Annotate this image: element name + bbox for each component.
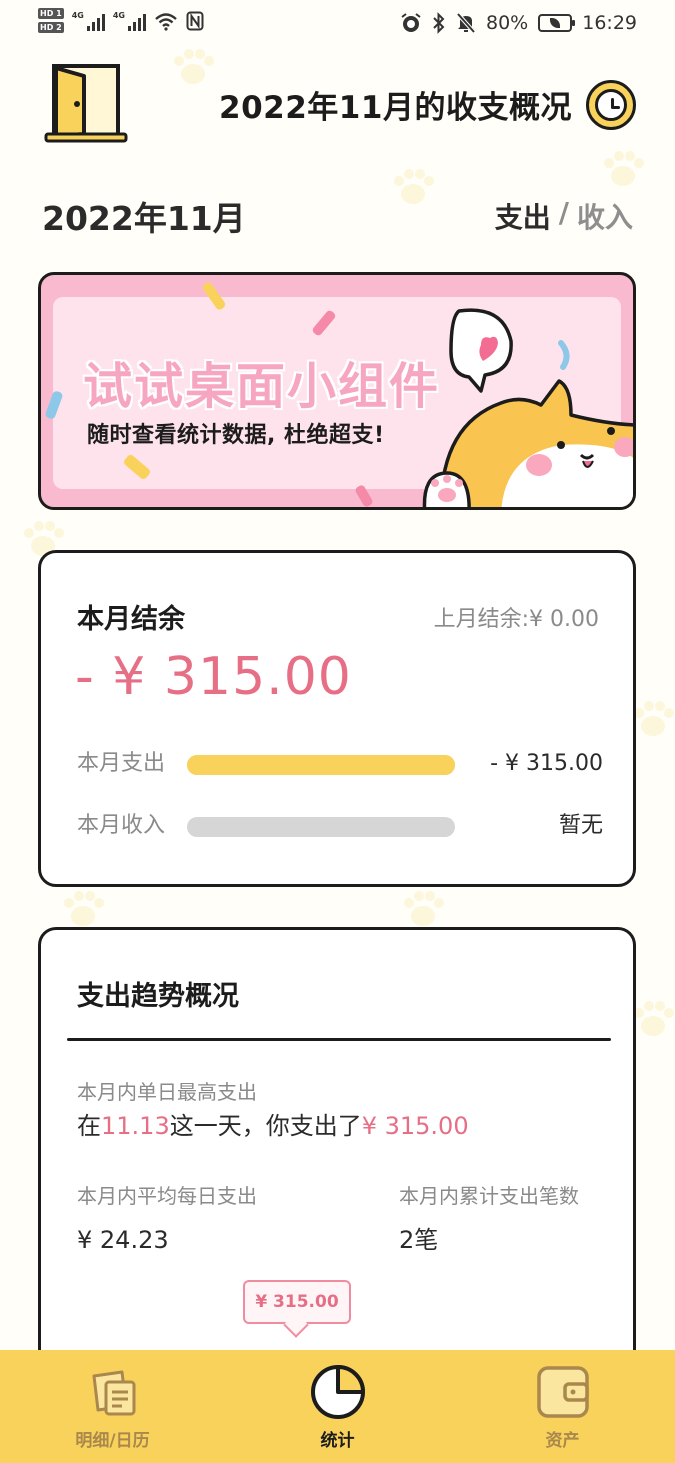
mute-icon: [456, 12, 476, 34]
avg-daily-label: 本月内平均每日支出: [77, 1184, 257, 1208]
status-bar: HD 1 HD 2 4G 4G 80% 16:29: [0, 0, 675, 50]
signal1-icon: 4G: [72, 11, 105, 31]
banner-title: 试试桌面小组件: [81, 357, 441, 417]
balance-title: 本月结余: [77, 604, 185, 635]
battery-icon: [538, 14, 576, 32]
paw-decoration: [60, 890, 106, 930]
income-bar: [187, 817, 455, 837]
max-day-label: 本月内单日最高支出: [77, 1080, 257, 1104]
last-month-balance: 上月结余:¥ 0.00: [434, 601, 599, 633]
income-label: 本月收入: [77, 813, 166, 838]
shiba-mascot-icon: [422, 308, 633, 507]
paw-decoration: [600, 150, 646, 190]
paw-decoration: [630, 1000, 675, 1040]
paw-decoration: [390, 168, 436, 208]
hd2-badge: HD 2: [38, 22, 64, 33]
toggle-separator: /: [558, 196, 569, 229]
nfc-icon: [186, 11, 204, 30]
expense-income-toggle: 支出 / 收入: [495, 196, 633, 236]
max-day-amount: ¥ 315.00: [361, 1112, 469, 1140]
pie-chart-icon: [310, 1365, 365, 1419]
chart-tooltip: ¥ 315.00: [243, 1280, 351, 1324]
income-tab[interactable]: 收入: [577, 196, 633, 236]
expense-bar: [187, 755, 455, 775]
expense-count-label: 本月内累计支出笔数: [399, 1184, 579, 1208]
trend-title: 支出趋势概况: [77, 981, 239, 1012]
banner-subtitle: 随时查看统计数据, 杜绝超支!: [87, 423, 385, 448]
bluetooth-icon: [433, 12, 445, 34]
page-title: 2022年11月的收支概况: [219, 90, 572, 126]
month-selector[interactable]: 2022年11月: [42, 192, 246, 240]
document-icon: [92, 1370, 135, 1416]
expense-label: 本月支出: [77, 751, 166, 776]
nav-assets[interactable]: 资产: [450, 1350, 675, 1463]
paw-decoration: [400, 890, 446, 930]
expense-count-value: 2笔: [399, 1226, 439, 1254]
nav-assets-label: 资产: [545, 1431, 580, 1451]
max-day-text: 在11.13这一天，你支出了¥ 315.00: [77, 1112, 469, 1140]
balance-amount: - ¥ 315.00: [75, 647, 352, 707]
expense-bar-fill: [187, 755, 455, 775]
income-value: 暂无: [558, 813, 603, 838]
wallet-icon: [536, 1366, 589, 1418]
divider: [67, 1038, 611, 1041]
last-month-label: 上月结余:: [433, 607, 530, 632]
expense-tab[interactable]: 支出: [495, 196, 551, 236]
wifi-icon: [155, 12, 177, 31]
hd1-badge: HD 1: [38, 8, 64, 19]
expense-row: 本月支出 - ¥ 315.00: [77, 747, 603, 781]
last-month-value: ¥ 0.00: [529, 607, 599, 632]
nav-details-label: 明细/日历: [75, 1431, 150, 1451]
nav-statistics[interactable]: 统计: [225, 1350, 450, 1463]
max-day-date: 11.13: [101, 1112, 170, 1140]
status-time: 16:29: [582, 12, 637, 34]
balance-card: 本月结余 上月结余:¥ 0.00 - ¥ 315.00 本月支出 - ¥ 315…: [38, 550, 636, 887]
expense-value: - ¥ 315.00: [490, 751, 603, 776]
bottom-nav: 明细/日历 统计 资产: [0, 1350, 675, 1463]
widget-promo-banner[interactable]: 试试桌面小组件 随时查看统计数据, 杜绝超支!: [38, 272, 636, 510]
hd-badges: HD 1 HD 2: [38, 8, 64, 33]
battery-percent: 80%: [486, 12, 529, 34]
paw-decoration: [630, 700, 675, 740]
income-row: 本月收入 暂无: [77, 809, 603, 843]
nav-statistics-label: 统计: [320, 1431, 355, 1451]
signal2-icon: 4G: [113, 11, 146, 31]
alarm-icon: [401, 13, 421, 32]
nav-details-calendar[interactable]: 明细/日历: [0, 1350, 225, 1463]
clock-icon[interactable]: [586, 80, 636, 130]
avg-daily-value: ¥ 24.23: [77, 1226, 169, 1254]
